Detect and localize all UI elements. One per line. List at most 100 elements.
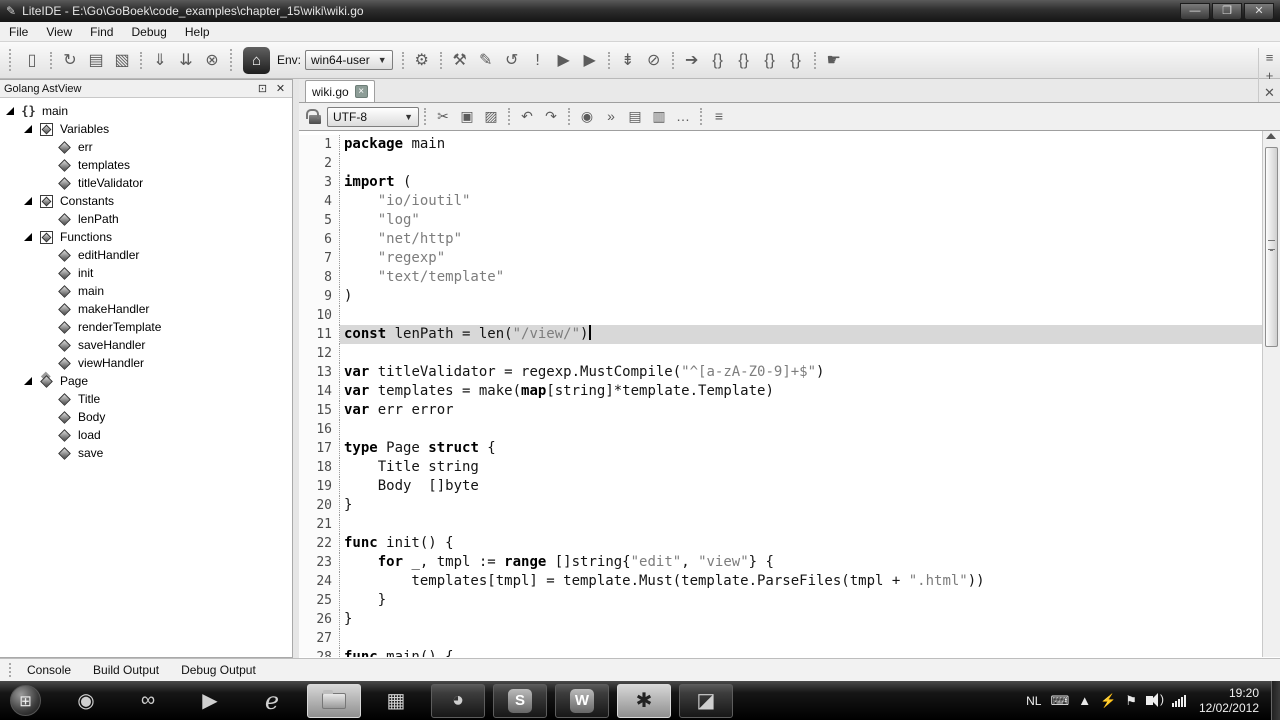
photo-viewer-icon[interactable]: ◪ [679,684,733,718]
tree-item-constants[interactable]: Constants [0,192,292,210]
line-number[interactable]: 23 [299,553,340,572]
line-number[interactable]: 1 [299,135,340,154]
start-button[interactable]: ⊞ [10,685,41,716]
menu-debug[interactable]: Debug [122,23,175,41]
windows-explorer-icon[interactable] [307,684,361,718]
close-button[interactable]: ✕ [1244,3,1274,20]
network-signal-icon[interactable] [1172,695,1186,707]
clock[interactable]: 19:20 12/02/2012 [1199,686,1259,716]
tree-item-save[interactable]: save [0,444,292,462]
tree-item-main[interactable]: {}main [0,102,292,120]
new-tab-icon[interactable]: + [1258,66,1280,84]
revert-file-icon[interactable]: ↻ [57,47,83,73]
expression-icon[interactable]: ∞ [121,684,175,718]
expander-icon[interactable] [24,125,32,133]
show-hidden-icons[interactable]: ▲ [1078,693,1091,708]
rebuild-icon[interactable]: ↺ [499,47,525,73]
redo-icon[interactable]: ↷ [539,105,563,129]
stop-icon[interactable]: ! [525,48,551,74]
line-number[interactable]: 2 [299,154,340,173]
menu-file[interactable]: File [0,23,37,41]
undo-icon[interactable]: ↶ [515,105,539,129]
line-number[interactable]: 28 [299,648,340,657]
line-number[interactable]: 13 [299,363,340,382]
close-all-docs-icon[interactable]: ⊘ [641,47,667,73]
tree-item-err[interactable]: err [0,138,292,156]
line-number[interactable]: 14 [299,382,340,401]
tab-close-icon[interactable]: × [355,85,368,98]
snagit-icon[interactable]: ✱ [617,684,671,718]
encoding-select[interactable]: UTF-8 ▼ [327,107,419,127]
tree-item-body[interactable]: Body [0,408,292,426]
record-macro-icon[interactable]: ◉ [575,105,599,129]
line-number[interactable]: 22 [299,534,340,553]
unfold-all-icon[interactable]: {} [783,48,809,74]
doc-outline-icon[interactable]: ≡ [707,104,731,128]
close-file-icon[interactable]: ⊗ [199,47,225,73]
output-tab-console[interactable]: Console [19,661,79,679]
action-center-flag-icon[interactable]: ⚑ [1125,693,1137,709]
calculator-icon[interactable]: ▦ [369,684,423,718]
copy-icon[interactable]: ▣ [455,105,479,129]
code-editor[interactable]: 1package main23import (4 "io/ioutil"5 "l… [299,131,1262,657]
cut-icon[interactable]: ✂ [431,105,455,129]
tree-item-load[interactable]: load [0,426,292,444]
toolbar-grip[interactable] [230,49,235,71]
line-number[interactable]: 24 [299,572,340,591]
tree-item-title[interactable]: Title [0,390,292,408]
paste-icon[interactable]: ▨ [479,105,503,129]
close-panel-icon[interactable]: ✕ [273,82,288,96]
tree-item-makehandler[interactable]: makeHandler [0,300,292,318]
tree-item-titlevalidator[interactable]: titleValidator [0,174,292,192]
tree-item-savehandler[interactable]: saveHandler [0,336,292,354]
unfold-icon[interactable]: {} [731,48,757,74]
line-number[interactable]: 10 [299,306,340,325]
line-number[interactable]: 18 [299,458,340,477]
expander-icon[interactable] [6,107,14,115]
power-plug-icon[interactable]: ⚡ [1100,693,1116,709]
minimize-button[interactable]: — [1180,3,1210,20]
expander-icon[interactable] [24,197,32,205]
word-icon[interactable]: W [555,684,609,718]
menu-view[interactable]: View [37,23,81,41]
toolbar-grip[interactable] [9,49,14,71]
close-tab-icon[interactable]: ✕ [1258,84,1280,102]
tree-item-page[interactable]: Page [0,372,292,390]
debug-run-icon[interactable]: ▶ [577,47,603,73]
line-number[interactable]: 5 [299,211,340,230]
editor-scrollbar[interactable] [1262,131,1280,657]
line-number[interactable]: 12 [299,344,340,363]
tree-item-edithandler[interactable]: editHandler [0,246,292,264]
tree-item-functions[interactable]: Functions [0,228,292,246]
continue-icon[interactable]: ➔ [679,47,705,73]
line-number[interactable]: 3 [299,173,340,192]
line-number[interactable]: 25 [299,591,340,610]
line-number[interactable]: 11 [299,325,340,344]
expander-icon[interactable] [24,377,32,385]
line-number[interactable]: 9 [299,287,340,306]
line-number[interactable]: 21 [299,515,340,534]
language-indicator[interactable]: NL [1026,694,1041,708]
keyboard-icon[interactable]: ⌨ [1050,693,1069,709]
skype-icon[interactable]: S [493,684,547,718]
fold-icon[interactable]: {} [705,48,731,74]
tree-item-lenpath[interactable]: lenPath [0,210,292,228]
scroll-up-icon[interactable] [1266,133,1276,139]
menu-help[interactable]: Help [176,23,219,41]
fold-all-icon[interactable]: {} [757,48,783,74]
line-number[interactable]: 6 [299,230,340,249]
export-doc-icon[interactable]: ⇟ [615,47,641,73]
output-tab-build-output[interactable]: Build Output [85,661,167,679]
settings-gear-icon[interactable]: ⚙ [409,47,435,73]
line-number[interactable]: 7 [299,249,340,268]
open-file-icon[interactable]: ▤ [83,47,109,73]
tree-item-init[interactable]: init [0,264,292,282]
show-desktop-button[interactable] [1271,681,1280,720]
internet-explorer-icon[interactable]: e [245,684,299,718]
env-select[interactable]: win64-user ▼ [305,50,393,70]
line-number[interactable]: 16 [299,420,340,439]
float-panel-icon[interactable]: ⊡ [255,82,270,96]
tree-item-viewhandler[interactable]: viewHandler [0,354,292,372]
menu-find[interactable]: Find [81,23,122,41]
line-number[interactable]: 17 [299,439,340,458]
